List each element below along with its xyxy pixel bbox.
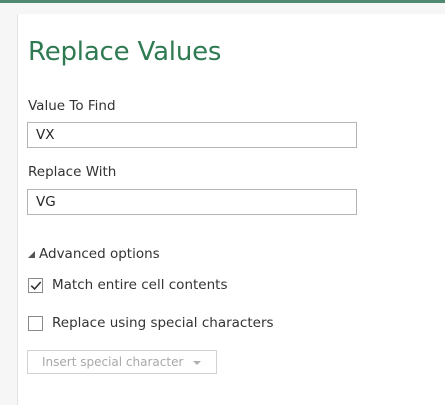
match-entire-cell-checkbox[interactable] [28, 277, 43, 293]
insert-special-character-dropdown[interactable]: Insert special character [27, 350, 217, 374]
replace-special-characters-option[interactable]: Replace using special characters [28, 315, 274, 331]
window-top-border [0, 0, 445, 3]
triangle-expanded-icon [28, 251, 35, 258]
dialog-title: Replace Values [28, 37, 222, 67]
value-to-find-label: Value To Find [28, 98, 116, 114]
value-to-find-input[interactable] [27, 122, 357, 148]
advanced-options-label: Advanced options [39, 246, 160, 262]
replace-with-input[interactable] [27, 189, 357, 215]
advanced-options-toggle[interactable]: Advanced options [28, 246, 160, 262]
match-entire-cell-label: Match entire cell contents [52, 277, 228, 293]
replace-with-label: Replace With [28, 164, 117, 180]
insert-special-character-label: Insert special character [42, 355, 184, 369]
checkmark-icon [30, 280, 42, 290]
match-entire-cell-option[interactable]: Match entire cell contents [28, 277, 227, 293]
chevron-down-icon [193, 360, 202, 365]
replace-special-characters-label: Replace using special characters [52, 315, 274, 331]
replace-special-characters-checkbox[interactable] [28, 315, 43, 331]
